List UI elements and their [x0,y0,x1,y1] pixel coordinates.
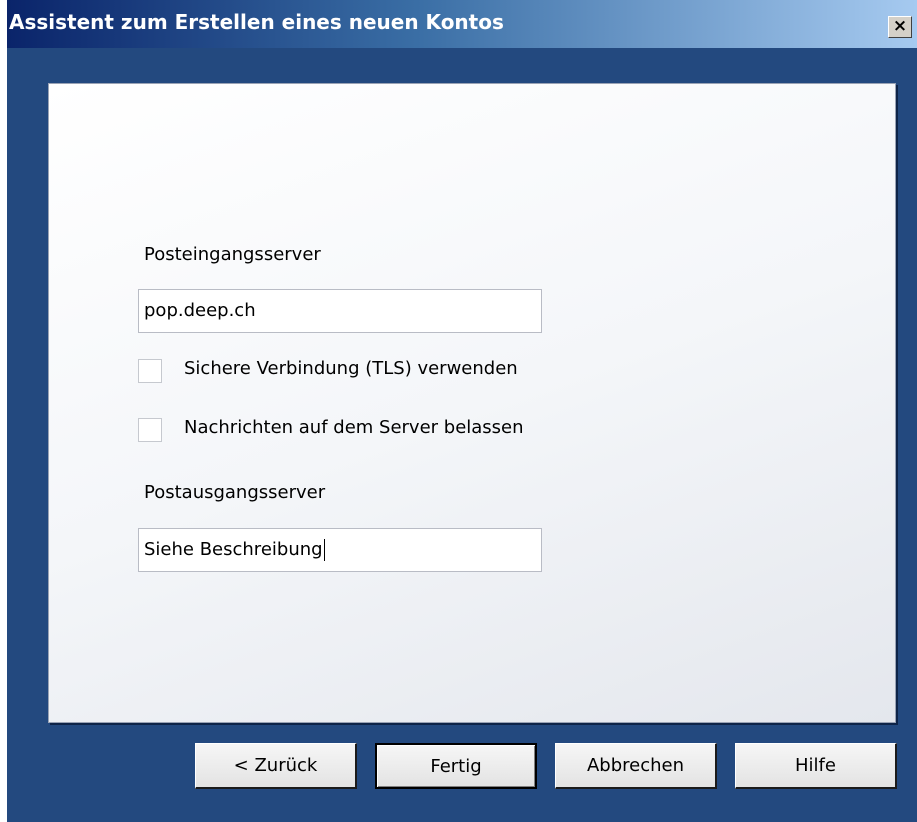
back-button[interactable]: < Zurück [195,743,357,789]
tls-checkbox-label[interactable]: Sichere Verbindung (TLS) verwenden [184,358,518,379]
wizard-content-panel: Posteingangsserver pop.deep.ch Sichere V… [48,83,896,723]
help-button[interactable]: Hilfe [735,743,897,789]
close-icon: × [892,16,908,36]
keep-messages-checkbox[interactable] [138,418,162,442]
tls-checkbox[interactable] [138,359,162,383]
outgoing-server-label: Postausgangsserver [144,482,326,503]
incoming-server-label: Posteingangsserver [144,244,321,265]
cancel-button[interactable]: Abbrechen [555,743,717,789]
finish-button[interactable]: Fertig [375,743,537,789]
incoming-server-input[interactable]: pop.deep.ch [138,289,542,333]
outgoing-server-value: Siehe Beschreibung [144,539,323,560]
text-caret [323,539,325,561]
wizard-window: Assistent zum Erstellen eines neuen Kont… [0,0,917,822]
window-title: Assistent zum Erstellen eines neuen Kont… [9,10,504,34]
keep-messages-checkbox-label[interactable]: Nachrichten auf dem Server belassen [184,417,524,438]
title-bar[interactable]: Assistent zum Erstellen eines neuen Kont… [7,0,917,48]
outgoing-server-input[interactable]: Siehe Beschreibung [138,528,542,572]
incoming-server-value: pop.deep.ch [144,300,256,321]
close-button[interactable]: × [888,16,912,38]
